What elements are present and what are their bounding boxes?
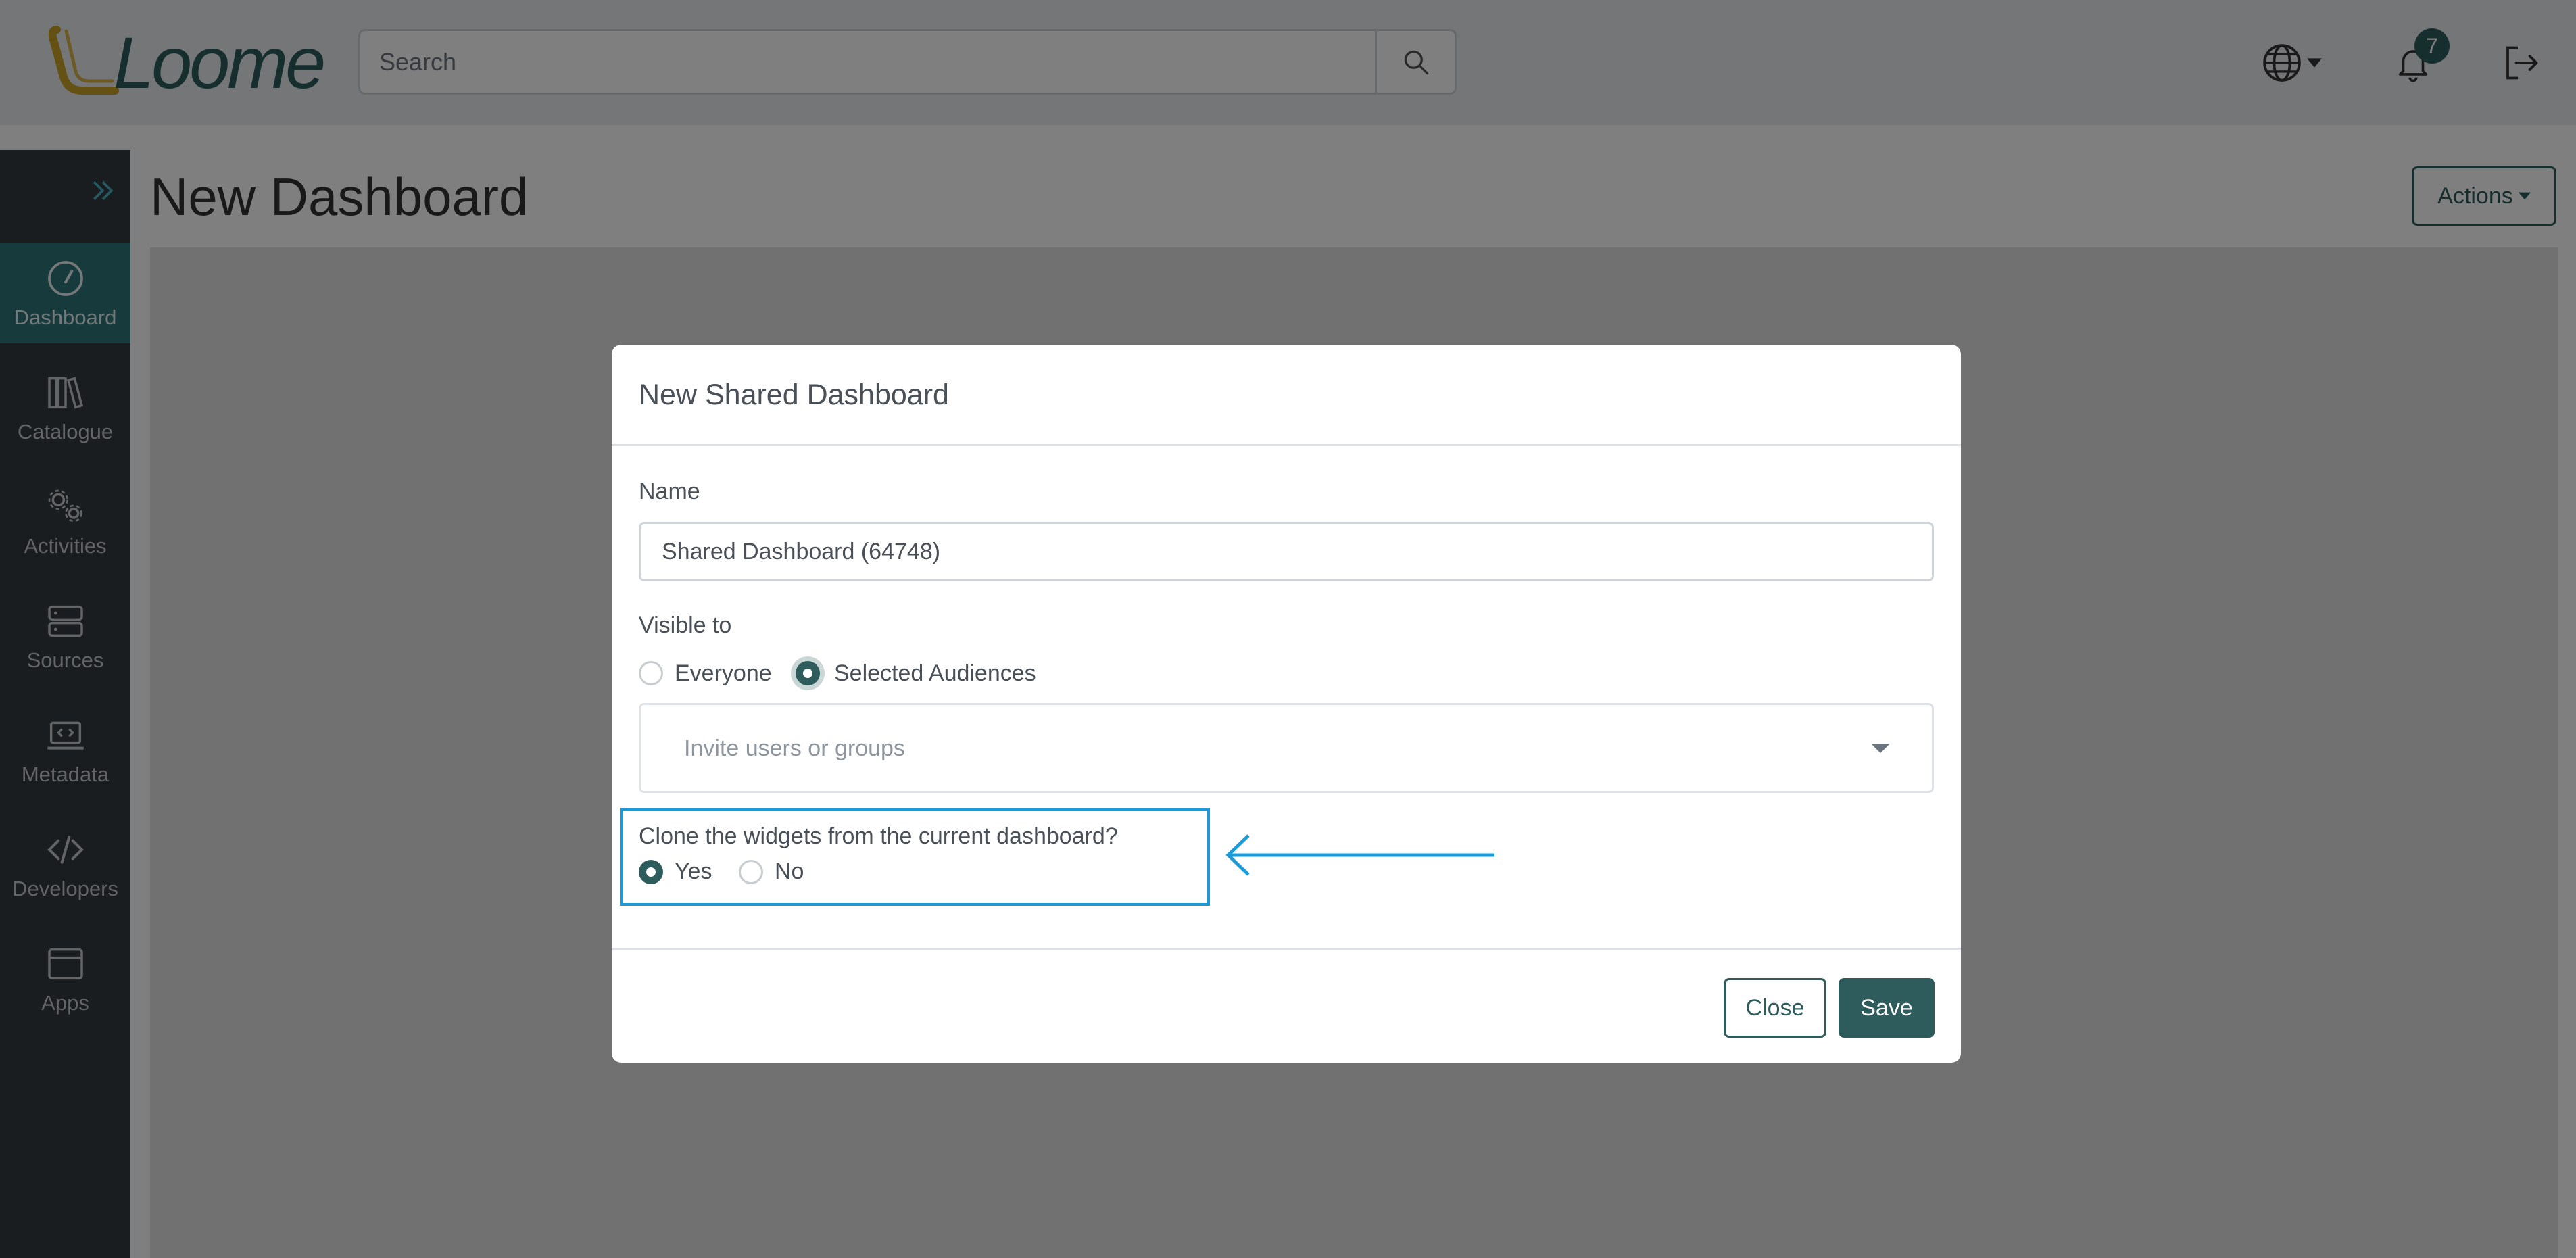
save-button[interactable]: Save xyxy=(1839,978,1935,1038)
name-label: Name xyxy=(639,479,700,504)
visible-everyone-label[interactable]: Everyone xyxy=(675,660,772,687)
modal-footer: Close Save xyxy=(612,948,1961,1063)
invite-users-select[interactable]: Invite users or groups xyxy=(639,703,1934,793)
new-shared-dashboard-dialog: New Shared Dashboard Name Visible to Eve… xyxy=(612,345,1961,1063)
clone-yes-radio[interactable] xyxy=(639,860,663,884)
visible-to-label: Visible to xyxy=(639,612,732,638)
clone-yes-label[interactable]: Yes xyxy=(675,858,712,885)
close-button[interactable]: Close xyxy=(1724,978,1826,1038)
clone-no-label[interactable]: No xyxy=(775,858,804,885)
clone-no-radio[interactable] xyxy=(739,860,763,884)
clone-option-highlight xyxy=(620,808,1210,906)
modal-title: New Shared Dashboard xyxy=(639,379,949,411)
annotation-arrow-icon xyxy=(1225,834,1494,876)
caret-down-icon xyxy=(1871,744,1890,753)
modal-header: New Shared Dashboard xyxy=(612,345,1961,446)
visible-selected-audiences-label[interactable]: Selected Audiences xyxy=(834,660,1036,687)
name-input[interactable] xyxy=(639,522,1934,581)
clone-widgets-label: Clone the widgets from the current dashb… xyxy=(639,823,1118,849)
invite-placeholder: Invite users or groups xyxy=(684,735,905,761)
visible-selected-audiences-radio[interactable] xyxy=(796,661,820,685)
visible-everyone-radio[interactable] xyxy=(639,661,663,685)
